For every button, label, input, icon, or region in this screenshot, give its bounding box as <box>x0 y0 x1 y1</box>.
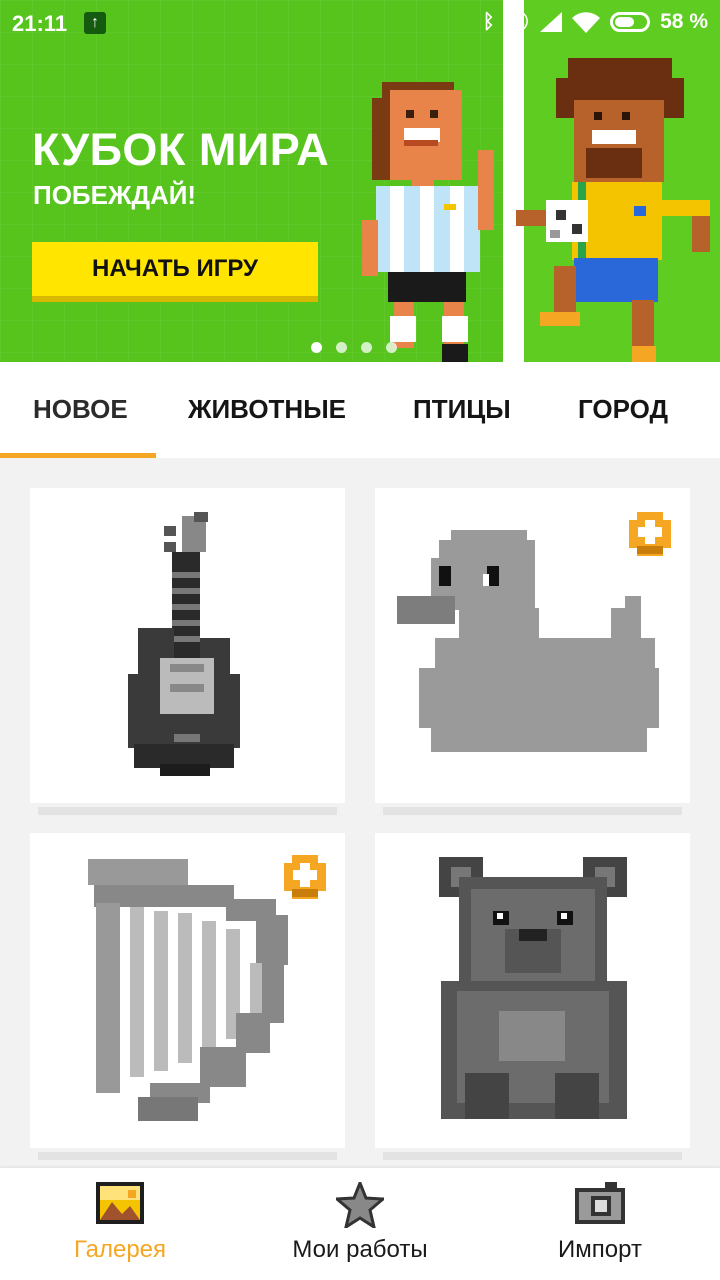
player-argentina-image <box>362 82 494 362</box>
artwork-card-guitar[interactable] <box>30 488 345 815</box>
artwork-card-harp[interactable] <box>30 833 345 1160</box>
active-tab-indicator <box>0 453 156 458</box>
status-time: 21:11 <box>12 11 68 36</box>
nav-gallery-label: Галерея <box>73 1236 167 1263</box>
wifi-icon <box>572 12 601 33</box>
card-shadow <box>383 807 682 815</box>
carousel-dot[interactable] <box>361 342 372 353</box>
gallery-icon <box>96 1182 144 1224</box>
nav-import[interactable]: Импорт <box>480 1168 720 1280</box>
carousel-dot[interactable] <box>311 342 322 353</box>
carousel-dot[interactable] <box>336 342 347 353</box>
promo-subtitle: ПОБЕЖДАЙ! <box>33 180 197 210</box>
bottom-navigation: Галерея Мои работы Импорт <box>0 1168 720 1280</box>
signal-icon <box>540 12 563 32</box>
premium-plus-icon <box>284 855 326 899</box>
guitar-artwork <box>128 512 240 776</box>
star-icon <box>336 1182 384 1228</box>
nav-my-works-label: Мои работы <box>292 1236 428 1263</box>
carousel-dot[interactable] <box>386 342 397 353</box>
player-brazil-image <box>516 58 710 362</box>
artwork-card-bear[interactable] <box>375 833 690 1160</box>
battery-text: 58 % <box>660 10 708 33</box>
status-icons: ᛒ 🔕︎ 58 % <box>483 10 708 34</box>
card-shadow <box>38 807 337 815</box>
premium-plus-icon <box>629 512 671 556</box>
upload-icon: ↑ <box>84 12 106 34</box>
tab-birds[interactable]: ПТИЦЫ <box>413 394 511 425</box>
status-bar: 21:11 ↑ ᛒ 🔕︎ 58 % <box>0 0 720 48</box>
carousel-dots <box>311 342 397 353</box>
promo-title: КУБОК МИРА <box>32 124 330 175</box>
battery-icon <box>610 12 651 32</box>
camera-icon <box>575 1182 625 1224</box>
tab-animals[interactable]: ЖИВОТНЫЕ <box>188 394 346 425</box>
card-shadow <box>38 1152 337 1160</box>
artwork-card-duck[interactable] <box>375 488 690 815</box>
category-tabs: НОВОЕ ЖИВОТНЫЕ ПТИЦЫ ГОРОД <box>0 362 720 458</box>
nav-my-works[interactable]: Мои работы <box>240 1168 480 1280</box>
start-game-button[interactable]: НАЧАТЬ ИГРУ <box>32 242 318 302</box>
nav-import-label: Импорт <box>558 1236 642 1263</box>
nav-gallery[interactable]: Галерея <box>0 1168 240 1280</box>
bear-artwork <box>439 857 627 1119</box>
tab-new[interactable]: НОВОЕ <box>33 394 128 425</box>
tab-city[interactable]: ГОРОД <box>578 394 668 425</box>
promo-banner[interactable]: 21:11 ↑ ᛒ 🔕︎ 58 % КУБОК МИРА ПОБЕЖДАЙ! Н… <box>0 0 720 362</box>
mute-icon: 🔕︎ <box>504 11 531 33</box>
card-shadow <box>383 1152 682 1160</box>
bluetooth-icon: ᛒ <box>482 11 495 33</box>
